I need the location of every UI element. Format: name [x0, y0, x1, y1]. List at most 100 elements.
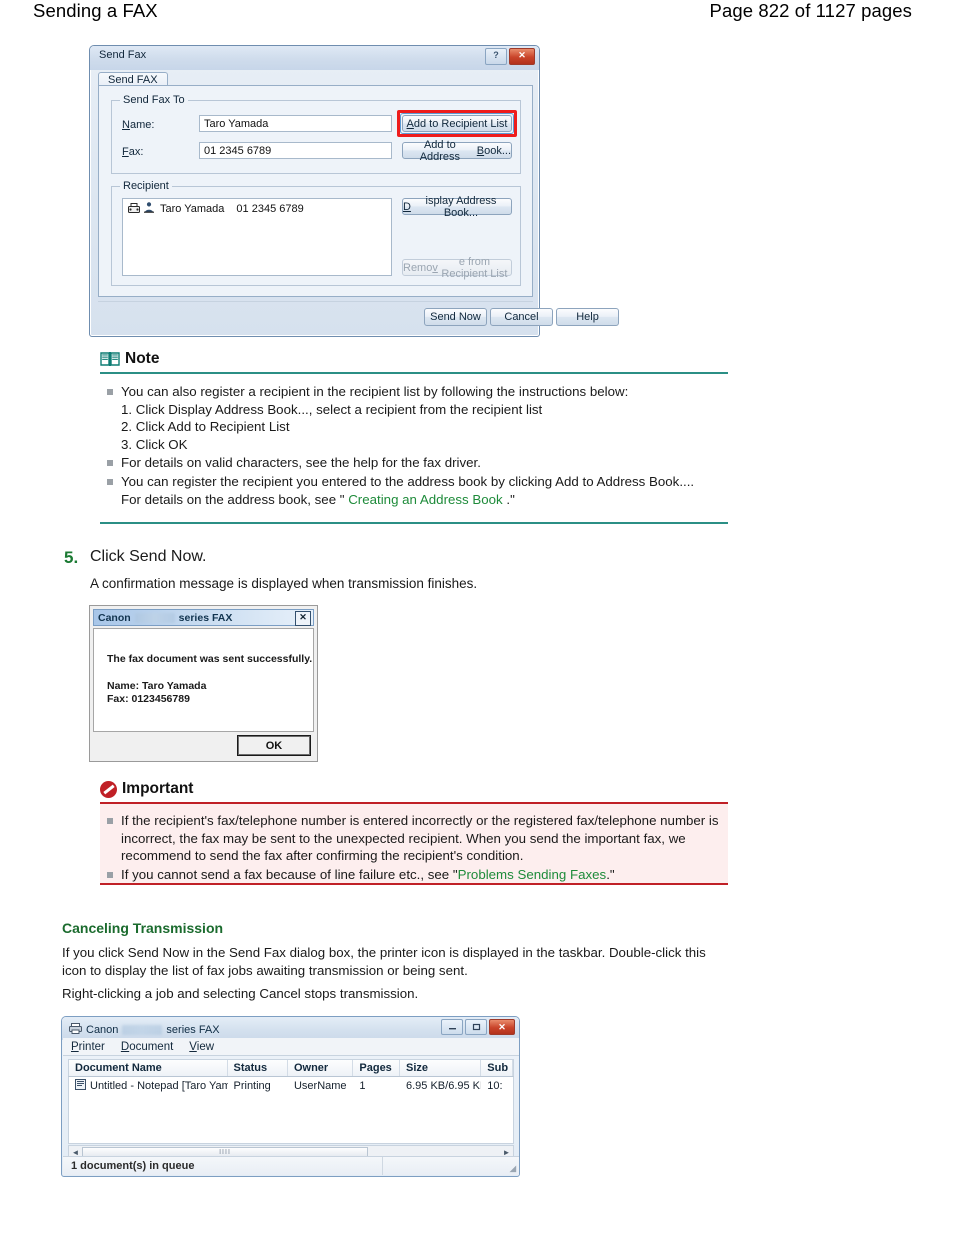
- cell-document-name-text: Untitled - Notepad [Taro Yama...: [90, 1079, 228, 1092]
- menu-item-view[interactable]: View: [189, 1041, 214, 1053]
- redacted-model-name: [134, 612, 175, 623]
- note-box: You can also register a recipient in the…: [100, 372, 728, 524]
- help-button[interactable]: Help: [556, 308, 619, 326]
- canceling-paragraph-2: Right-clicking a job and selecting Cance…: [62, 986, 419, 1001]
- send-fax-dialog: Send Fax ? ✕ Send FAX Send Fax To Name: …: [89, 45, 619, 337]
- important-heading: Important: [100, 780, 193, 798]
- book-icon: [100, 351, 120, 367]
- print-queue-titlebar: Canon series FAX ✕: [62, 1017, 519, 1040]
- column-header-size[interactable]: Size: [400, 1060, 482, 1076]
- note-heading: Note: [100, 350, 159, 368]
- divider: [98, 301, 533, 302]
- person-icon: [144, 202, 154, 216]
- cancel-button[interactable]: Cancel: [490, 308, 553, 326]
- confirmation-body: The fax document was sent successfully. …: [93, 628, 314, 732]
- step-description: A confirmation message is displayed when…: [90, 576, 478, 591]
- fax-label: Fax:: [122, 146, 144, 158]
- note-subline: 1. Click Display Address Book..., select…: [121, 401, 543, 417]
- list-item: If the recipient's fax/telephone number …: [104, 812, 724, 865]
- note-subline: 3. Click OK: [121, 436, 188, 452]
- dialog-button-row: Send Now Cancel Help: [90, 308, 619, 332]
- confirmation-message: The fax document was sent successfully.: [107, 653, 313, 665]
- group-recipient-label: Recipient: [120, 180, 172, 192]
- page-header: Sending a FAX Page 822 of 1127 pages: [0, 0, 954, 34]
- minimize-icon[interactable]: [441, 1019, 463, 1035]
- column-header-owner[interactable]: Owner: [288, 1060, 354, 1076]
- confirmation-titlebar: Canon series FAX ✕: [93, 609, 314, 626]
- close-icon[interactable]: ✕: [489, 1019, 515, 1035]
- list-item: You can also register a recipient in the…: [104, 383, 724, 453]
- send-fax-window-buttons: ? ✕: [485, 48, 535, 65]
- tab-panel-send-fax: Send Fax To Name: Taro Yamada Fax: 01 23…: [98, 85, 533, 297]
- page-title: Sending a FAX: [33, 0, 158, 21]
- confirmation-dialog: Canon series FAX ✕ The fax document was s…: [89, 605, 318, 762]
- print-queue-title: Canon series FAX: [86, 1024, 220, 1036]
- maximize-icon[interactable]: [465, 1019, 487, 1035]
- note-trailing-suffix: .": [502, 491, 515, 507]
- cell-status: Printing: [233, 1079, 271, 1092]
- note-list: You can also register a recipient in the…: [104, 383, 724, 508]
- confirmation-title-suffix: series FAX: [178, 611, 233, 624]
- document-page: Sending a FAX Page 822 of 1127 pages Sen…: [0, 0, 954, 1235]
- confirmation-title: Canon series FAX: [94, 612, 232, 624]
- resize-grip-icon[interactable]: ◢: [510, 1164, 516, 1173]
- prohibition-icon: [100, 780, 117, 798]
- status-text: 1 document(s) in queue: [63, 1157, 383, 1175]
- group-send-fax-to-label: Send Fax To: [120, 94, 188, 106]
- add-to-address-book-button[interactable]: Add to Address Book...: [402, 139, 512, 163]
- link-creating-an-address-book[interactable]: Creating an Address Book: [348, 492, 503, 507]
- confirmation-title-prefix: Canon: [98, 611, 131, 624]
- section-heading-canceling-transmission: Canceling Transmission: [62, 920, 224, 936]
- column-header-submitted[interactable]: Sub: [481, 1060, 513, 1076]
- remove-from-recipient-list-button: Remo v e from Recipient List: [402, 256, 512, 280]
- recipient-list-item[interactable]: Taro Yamada 01 2345 6789: [123, 199, 391, 216]
- print-queue-list[interactable]: Untitled - Notepad [Taro Yama... Printin…: [68, 1077, 514, 1144]
- confirmation-fax-line: Fax: 0123456789: [107, 693, 190, 705]
- menu-item-document[interactable]: Document: [121, 1041, 173, 1053]
- send-fax-titlebar: Send Fax ? ✕: [90, 46, 539, 70]
- step-number: 5.: [64, 548, 79, 567]
- recipient-listbox[interactable]: Taro Yamada 01 2345 6789: [122, 198, 392, 276]
- close-icon[interactable]: ✕: [509, 48, 535, 65]
- document-icon: [75, 1078, 86, 1093]
- menu-item-printer[interactable]: Printer: [71, 1041, 105, 1053]
- table-row[interactable]: Untitled - Notepad [Taro Yama... Printin…: [69, 1077, 513, 1094]
- column-header-status[interactable]: Status: [228, 1060, 288, 1076]
- note-subline: 2. Click Add to Recipient List: [121, 419, 290, 435]
- list-item: You can register the recipient you enter…: [104, 473, 724, 508]
- important-box: If the recipient's fax/telephone number …: [100, 802, 728, 885]
- ok-button[interactable]: OK: [238, 736, 310, 755]
- fax-machine-icon: [128, 202, 140, 216]
- print-queue-statusbar: 1 document(s) in queue ◢: [63, 1156, 519, 1175]
- cell-owner: UserName: [293, 1079, 347, 1092]
- canceling-paragraph-1: If you click Send Now in the Send Fax di…: [62, 945, 706, 978]
- note-trailing-line: For details on the address book, see " C…: [121, 491, 724, 509]
- note-item-text: For details on valid characters, see the…: [121, 455, 481, 471]
- list-item: If you cannot send a fax because of line…: [104, 866, 724, 884]
- confirmation-footer: OK: [93, 733, 314, 760]
- important-item-suffix: .": [606, 866, 615, 882]
- link-problems-sending-faxes[interactable]: Problems Sending Faxes: [458, 867, 607, 882]
- important-item-text: If the recipient's fax/telephone number …: [121, 813, 719, 864]
- display-address-book-button[interactable]: Display Address Book...: [402, 195, 512, 219]
- step-title: Click Send Now.: [90, 548, 207, 565]
- list-item: For details on valid characters, see the…: [104, 454, 724, 472]
- name-input[interactable]: Taro Yamada: [199, 115, 392, 132]
- column-header-document-name[interactable]: Document Name: [69, 1060, 228, 1076]
- cell-submitted: 10:: [487, 1079, 503, 1092]
- print-queue-window-buttons: ✕: [441, 1019, 515, 1035]
- cell-document-name: Untitled - Notepad [Taro Yama...: [69, 1078, 228, 1093]
- close-icon[interactable]: ✕: [295, 611, 311, 626]
- help-icon[interactable]: ?: [485, 48, 507, 65]
- important-heading-text: Important: [122, 780, 194, 797]
- note-heading-text: Note: [125, 350, 160, 367]
- important-item-prefix: If you cannot send a fax because of line…: [121, 866, 458, 882]
- cell-pages: 1: [359, 1079, 366, 1092]
- note-item-text: You can register the recipient you enter…: [121, 473, 695, 489]
- print-queue-title-suffix: series FAX: [166, 1024, 220, 1036]
- print-queue-column-headers: Document Name Status Owner Pages Size Su…: [68, 1059, 514, 1077]
- confirmation-name-line: Name: Taro Yamada: [107, 680, 207, 692]
- fax-input[interactable]: 01 2345 6789: [199, 142, 392, 159]
- send-now-button[interactable]: Send Now: [424, 308, 487, 326]
- column-header-pages[interactable]: Pages: [353, 1060, 400, 1076]
